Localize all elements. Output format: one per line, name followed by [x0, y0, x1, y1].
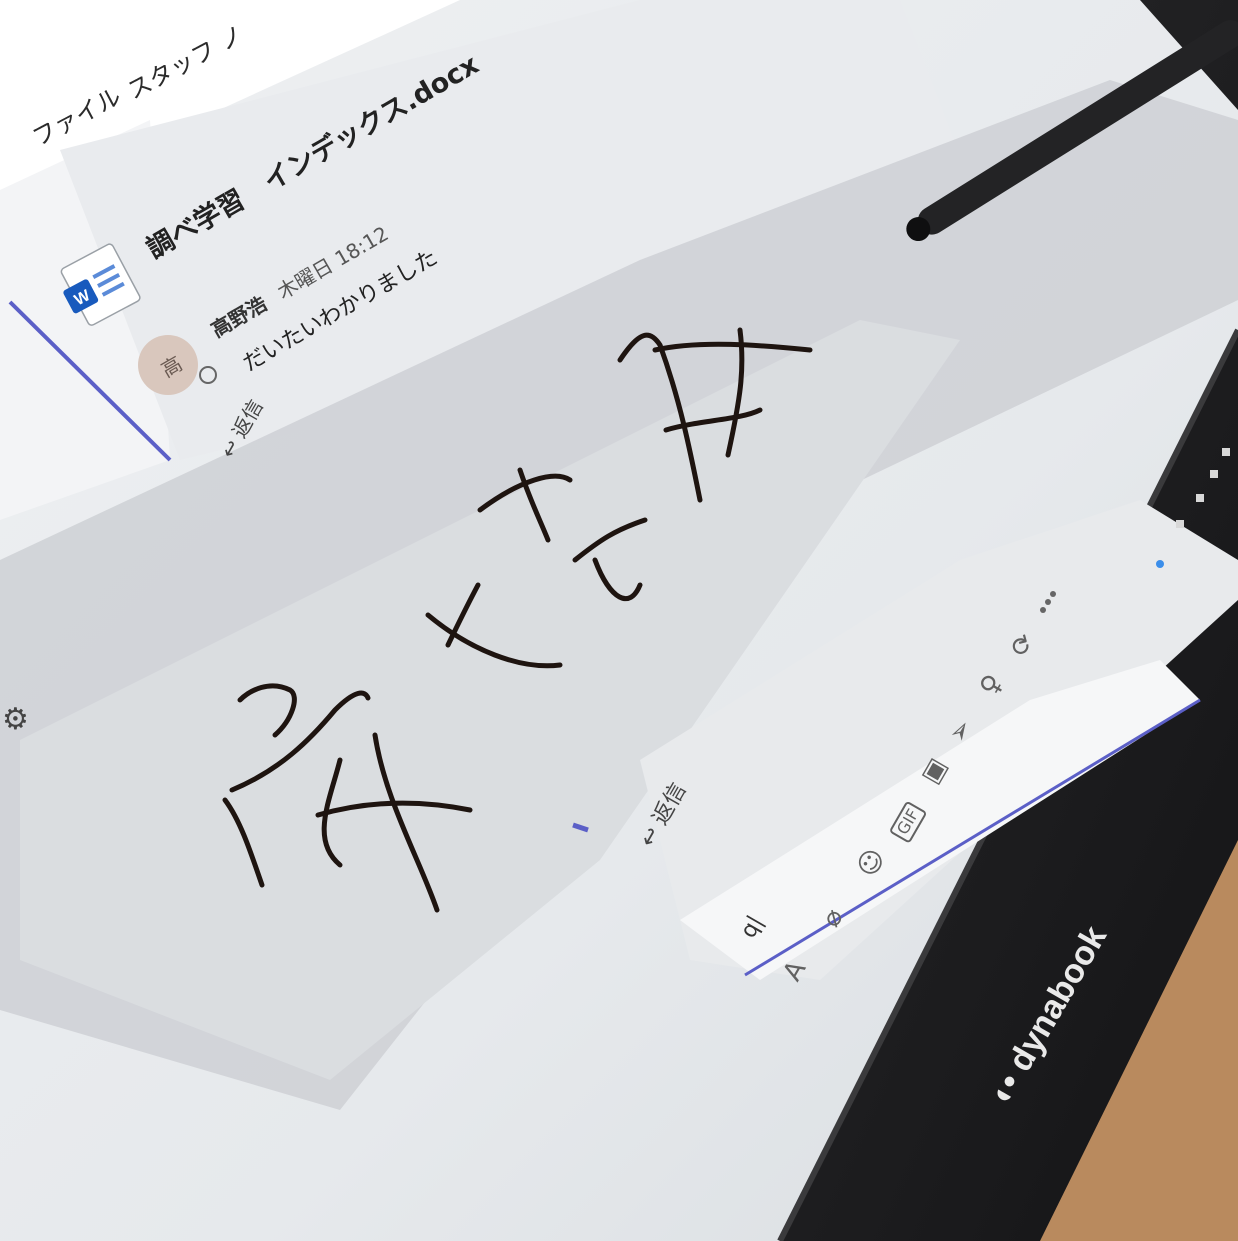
- gear-icon[interactable]: ⚙: [2, 705, 29, 735]
- photo-scene: W ファイル スタッフ ノ 調べ学習 インデックス.docx 高野浩 木曜日 1…: [0, 0, 1238, 1241]
- device-backdrop: W: [0, 0, 1238, 1241]
